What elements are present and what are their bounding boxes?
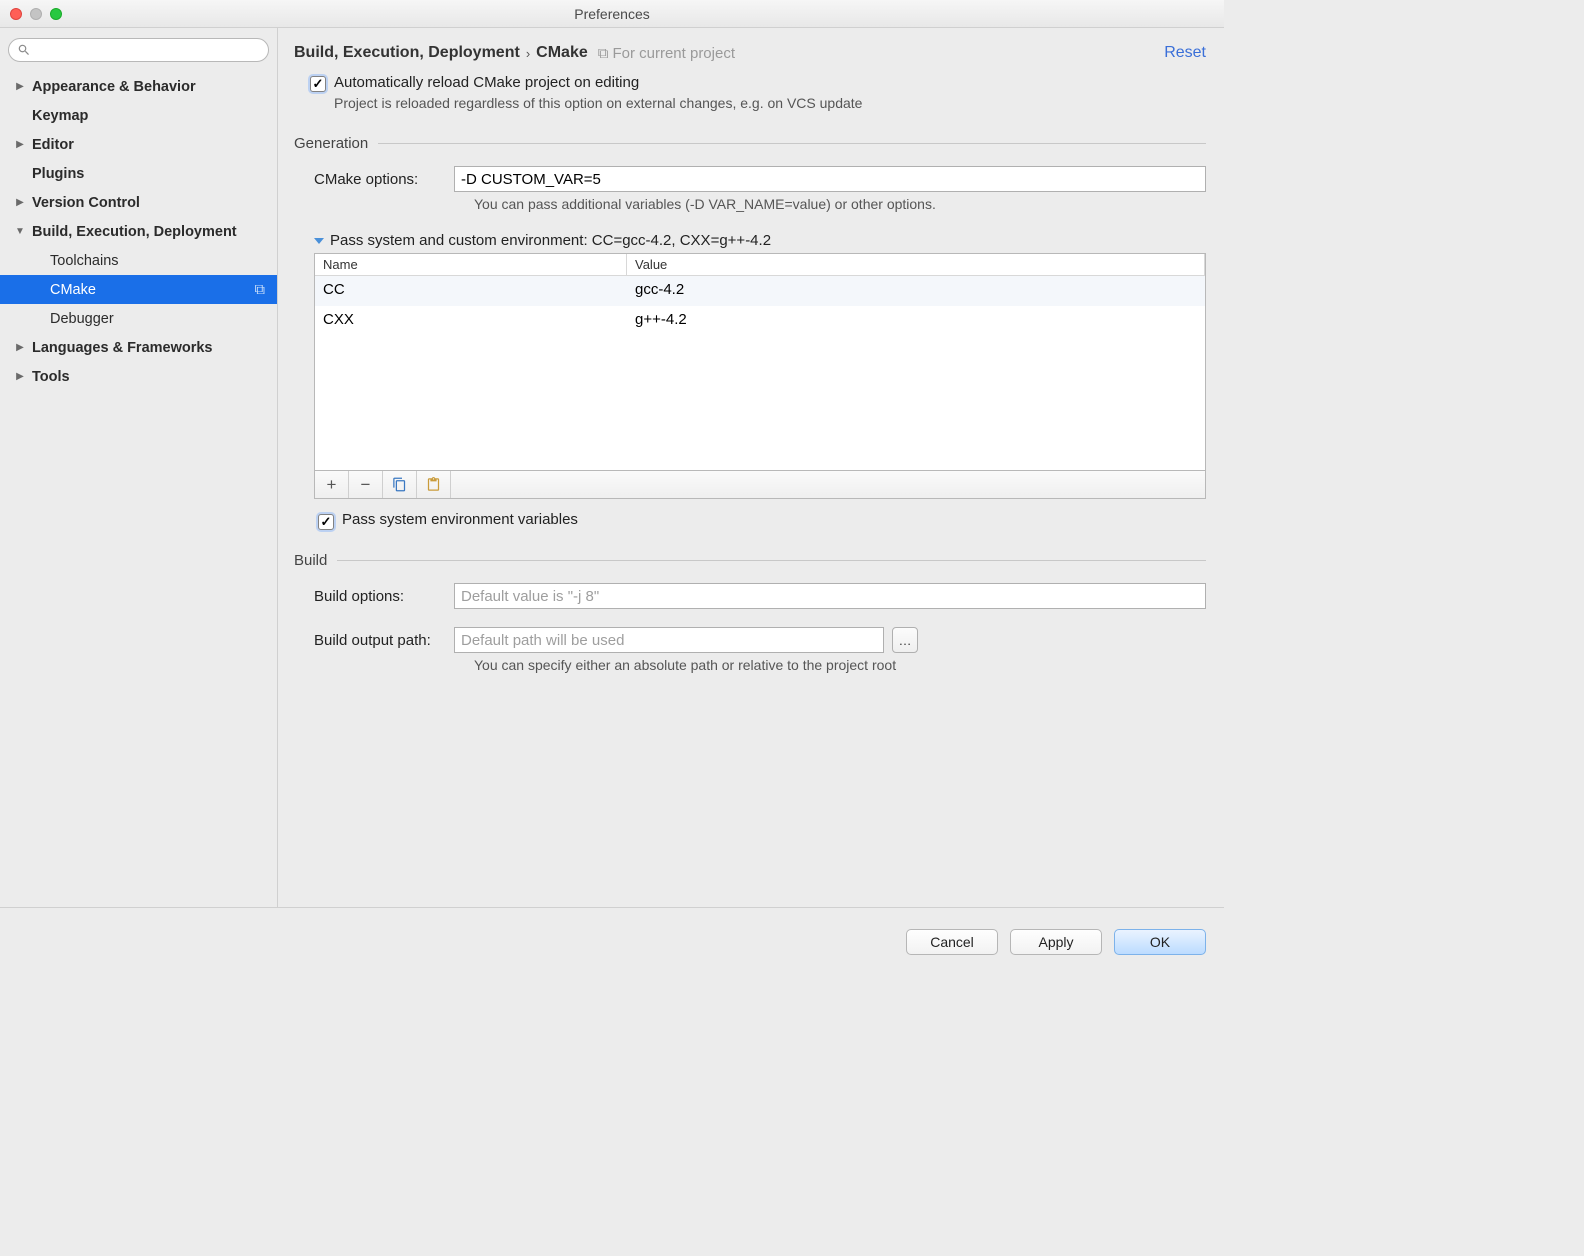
sidebar-item-tools[interactable]: ▶Tools bbox=[0, 362, 277, 391]
build-output-path-input[interactable] bbox=[454, 627, 884, 653]
sidebar-item-debugger[interactable]: Debugger bbox=[0, 304, 277, 333]
preferences-sidebar: ▶Appearance & Behavior Keymap ▶Editor Pl… bbox=[0, 28, 278, 907]
build-options-label: Build options: bbox=[294, 588, 454, 605]
chevron-down-icon bbox=[314, 238, 324, 244]
window-traffic-lights bbox=[10, 8, 62, 20]
chevron-right-icon: ▶ bbox=[14, 139, 26, 150]
sidebar-item-toolchains[interactable]: Toolchains bbox=[0, 246, 277, 275]
cmake-options-input[interactable] bbox=[454, 166, 1206, 192]
window-title: Preferences bbox=[0, 6, 1224, 22]
search-field[interactable] bbox=[8, 38, 269, 62]
breadcrumb-separator: › bbox=[526, 46, 530, 61]
chevron-right-icon: ▶ bbox=[14, 342, 26, 353]
environment-toolbar: + − bbox=[314, 471, 1206, 499]
pass-system-env-checkbox[interactable] bbox=[318, 514, 334, 530]
titlebar: Preferences bbox=[0, 0, 1224, 28]
chevron-right-icon: ▶ bbox=[14, 371, 26, 382]
sidebar-item-editor[interactable]: ▶Editor bbox=[0, 130, 277, 159]
copy-env-button[interactable] bbox=[383, 471, 417, 498]
build-output-path-hint: You can specify either an absolute path … bbox=[474, 657, 1206, 673]
apply-button[interactable]: Apply bbox=[1010, 929, 1102, 955]
search-input[interactable] bbox=[35, 43, 260, 58]
chevron-right-icon: ▶ bbox=[14, 81, 26, 92]
preferences-tree: ▶Appearance & Behavior Keymap ▶Editor Pl… bbox=[0, 72, 277, 391]
sidebar-item-keymap[interactable]: Keymap bbox=[0, 101, 277, 130]
sidebar-item-languages-frameworks[interactable]: ▶Languages & Frameworks bbox=[0, 333, 277, 362]
env-col-name: Name bbox=[315, 254, 627, 275]
reset-link[interactable]: Reset bbox=[1164, 44, 1206, 62]
preferences-main: Build, Execution, Deployment › CMake ⧉ F… bbox=[278, 28, 1224, 907]
sidebar-item-cmake[interactable]: CMake⧉ bbox=[0, 275, 277, 304]
project-scope-icon: ⧉ bbox=[255, 282, 265, 298]
build-options-input[interactable] bbox=[454, 583, 1206, 609]
cmake-options-label: CMake options: bbox=[294, 171, 454, 188]
ellipsis-icon: … bbox=[899, 633, 912, 648]
browse-output-path-button[interactable]: … bbox=[892, 627, 918, 653]
breadcrumb-part-1: Build, Execution, Deployment bbox=[294, 44, 520, 62]
add-env-button[interactable]: + bbox=[315, 471, 349, 498]
cancel-button[interactable]: Cancel bbox=[906, 929, 998, 955]
section-build-header: Build bbox=[294, 552, 1206, 569]
chevron-down-icon: ▼ bbox=[14, 226, 26, 237]
paste-icon bbox=[426, 477, 441, 492]
remove-env-button[interactable]: − bbox=[349, 471, 383, 498]
auto-reload-checkbox[interactable] bbox=[310, 76, 326, 92]
env-col-value: Value bbox=[627, 254, 1205, 275]
sidebar-item-plugins[interactable]: Plugins bbox=[0, 159, 277, 188]
env-row[interactable]: CC gcc-4.2 bbox=[315, 276, 1205, 306]
project-scope-icon: ⧉ bbox=[598, 45, 609, 62]
build-output-path-label: Build output path: bbox=[294, 632, 454, 649]
auto-reload-hint: Project is reloaded regardless of this o… bbox=[334, 95, 1206, 111]
cmake-options-hint: You can pass additional variables (-D VA… bbox=[474, 196, 1206, 212]
copy-icon bbox=[392, 477, 407, 492]
minimize-window-icon bbox=[30, 8, 42, 20]
env-row[interactable]: CXX g++-4.2 bbox=[315, 306, 1205, 336]
search-icon bbox=[17, 43, 31, 57]
section-generation-header: Generation bbox=[294, 135, 1206, 152]
breadcrumb: Build, Execution, Deployment › CMake ⧉ F… bbox=[294, 38, 1206, 68]
environment-section-header[interactable]: Pass system and custom environment: CC=g… bbox=[314, 232, 1206, 249]
chevron-right-icon: ▶ bbox=[14, 197, 26, 208]
pass-system-env-label: Pass system environment variables bbox=[342, 511, 578, 528]
paste-env-button[interactable] bbox=[417, 471, 451, 498]
sidebar-item-appearance-behavior[interactable]: ▶Appearance & Behavior bbox=[0, 72, 277, 101]
zoom-window-icon[interactable] bbox=[50, 8, 62, 20]
breadcrumb-part-2: CMake bbox=[536, 44, 588, 62]
environment-table: Name Value CC gcc-4.2 CXX g++-4.2 bbox=[314, 253, 1206, 471]
sidebar-item-build-execution-deployment[interactable]: ▼Build, Execution, Deployment bbox=[0, 217, 277, 246]
dialog-footer: Cancel Apply OK bbox=[0, 912, 1224, 972]
sidebar-item-version-control[interactable]: ▶Version Control bbox=[0, 188, 277, 217]
scope-badge: ⧉ For current project bbox=[598, 45, 735, 62]
auto-reload-label: Automatically reload CMake project on ed… bbox=[334, 74, 639, 91]
ok-button[interactable]: OK bbox=[1114, 929, 1206, 955]
close-window-icon[interactable] bbox=[10, 8, 22, 20]
